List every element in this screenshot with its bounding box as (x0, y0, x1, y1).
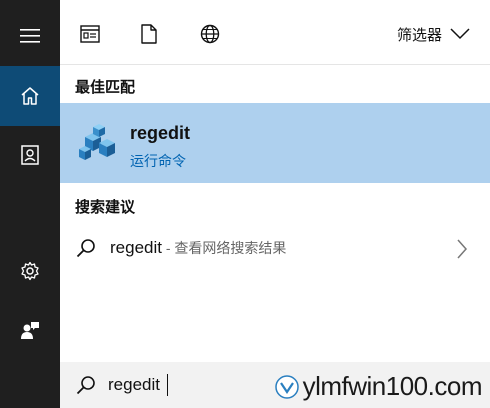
search-topbar: 筛选器 (60, 0, 490, 64)
search-icon (76, 375, 96, 400)
tab-apps[interactable] (78, 22, 102, 46)
best-match-result[interactable]: regedit 运行命令 (60, 103, 490, 183)
suggestion-subtitle: - 查看网络搜索结果 (161, 240, 287, 256)
tab-web[interactable] (198, 22, 222, 46)
suggestion-text: regedit - 查看网络搜索结果 (110, 238, 286, 258)
suggestion-item[interactable]: regedit - 查看网络搜索结果 (60, 228, 490, 270)
sidebar-item-settings[interactable] (0, 241, 60, 301)
filter-label: 筛选器 (396, 26, 442, 44)
sidebar-item-notebook[interactable] (0, 125, 60, 185)
regedit-app-icon (77, 123, 117, 168)
best-match-heading: 最佳匹配 (75, 79, 136, 96)
chevron-down-icon (450, 28, 470, 40)
sidebar-item-home[interactable] (0, 66, 60, 126)
suggestions-heading: 搜索建议 (75, 199, 136, 216)
sidebar (0, 0, 60, 408)
tab-documents[interactable] (137, 22, 161, 46)
result-app-name: regedit (130, 123, 191, 143)
notebook-icon (21, 145, 39, 165)
text-caret (167, 374, 168, 396)
search-panel: 筛选器 最佳匹配 regedit 运行命令 搜索建议 regedit - 查看网… (60, 0, 490, 408)
result-app-type: 运行命令 (130, 153, 186, 169)
hamburger-menu-button[interactable] (0, 6, 60, 66)
home-icon (21, 87, 39, 105)
apps-icon (80, 25, 100, 43)
feedback-icon (21, 322, 39, 339)
watermark: ylmfwin100.com (274, 371, 483, 402)
web-icon (200, 24, 220, 44)
menu-icon (20, 29, 40, 43)
topbar-divider (60, 64, 490, 65)
sidebar-item-feedback[interactable] (0, 300, 60, 360)
search-icon (76, 238, 96, 263)
suggestion-query: regedit (110, 238, 162, 257)
gear-icon (21, 261, 39, 281)
filter-dropdown[interactable]: 筛选器 (397, 20, 470, 48)
document-icon (141, 24, 157, 44)
chevron-right-icon[interactable] (456, 238, 468, 265)
watermark-logo-icon (274, 374, 299, 399)
watermark-text: ylmfwin100.com (302, 371, 483, 401)
